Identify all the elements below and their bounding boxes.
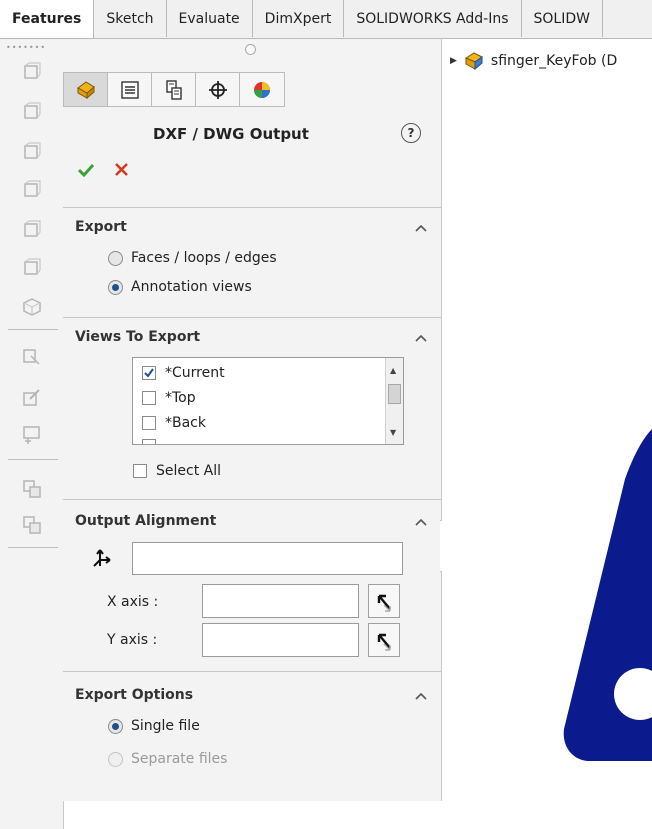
faces-radio[interactable] — [108, 250, 123, 266]
x-axis-reverse-button[interactable] — [368, 584, 400, 618]
views-to-export-title[interactable]: Views To Export — [75, 329, 200, 345]
display-manager-tab[interactable] — [239, 72, 285, 107]
panel-title: DXF / DWG Output — [153, 125, 309, 143]
cancel-x-icon[interactable] — [115, 163, 128, 176]
back-view-icon[interactable] — [22, 101, 42, 121]
feature-manager-icon — [77, 81, 95, 100]
list-item[interactable]: *Back — [142, 415, 206, 431]
tab-sketch[interactable]: Sketch — [94, 0, 167, 37]
export-annotation-option[interactable]: Annotation views — [108, 279, 252, 295]
ok-checkmark-icon[interactable] — [78, 163, 94, 177]
reverse-direction-icon — [377, 594, 391, 612]
single-file-radio[interactable] — [108, 718, 123, 734]
origin-axis-icon — [93, 549, 111, 567]
configuration-manager-tab[interactable] — [151, 72, 197, 107]
toolbar-divider — [8, 459, 58, 460]
collapse-chevron-icon[interactable] — [415, 692, 427, 700]
view-selector-icon[interactable] — [22, 387, 42, 407]
reverse-direction-icon — [377, 633, 391, 651]
section-divider — [63, 499, 441, 500]
view-label: *Current — [165, 365, 225, 381]
tab-solidworks-more[interactable]: SOLIDW — [522, 0, 603, 37]
view-checkbox[interactable] — [142, 416, 156, 430]
normal-to-icon[interactable] — [22, 347, 42, 367]
x-axis-label: X axis : — [107, 594, 159, 610]
scroll-down-icon[interactable]: ▼ — [390, 428, 396, 437]
separate-files-label: Separate files — [131, 751, 228, 767]
single-file-label: Single file — [131, 718, 200, 734]
display-manager-icon — [254, 82, 270, 98]
select-all-checkbox[interactable] — [133, 464, 147, 478]
annotation-views-label: Annotation views — [131, 279, 252, 295]
configuration-manager-icon — [166, 80, 182, 100]
scroll-up-icon[interactable]: ▲ — [390, 366, 396, 375]
front-view-icon[interactable] — [22, 61, 42, 81]
dimxpert-manager-tab[interactable] — [195, 72, 241, 107]
separate-files-option[interactable]: Separate files — [108, 751, 227, 767]
view-checkbox[interactable] — [142, 366, 156, 380]
toolbar-divider — [8, 547, 58, 548]
scroll-thumb[interactable] — [388, 384, 401, 404]
keyfob-model[interactable] — [442, 39, 652, 829]
property-manager-tab[interactable] — [107, 72, 153, 107]
view-label: *Back — [165, 415, 206, 431]
property-manager-panel: DXF / DWG Output ? Export Faces / loops … — [63, 39, 442, 801]
list-item[interactable]: *Current — [142, 365, 225, 381]
single-view-icon[interactable] — [22, 479, 42, 499]
section-divider — [63, 207, 441, 208]
view-label: *Top — [165, 390, 196, 406]
faces-label: Faces / loops / edges — [131, 250, 277, 266]
separate-files-radio[interactable] — [108, 751, 123, 767]
graphics-area[interactable]: ▶ sfinger_KeyFob (D — [442, 39, 652, 829]
view-toolbar: ••••••• — [0, 39, 64, 829]
y-axis-field[interactable] — [202, 623, 359, 657]
section-divider — [63, 317, 441, 318]
top-view-icon[interactable] — [22, 219, 42, 239]
left-view-icon[interactable] — [22, 141, 42, 161]
listbox-scrollbar[interactable]: ▲ ▼ — [385, 358, 403, 444]
tab-features[interactable]: Features — [0, 0, 95, 38]
collapse-chevron-icon[interactable] — [415, 224, 427, 232]
feature-manager-tab[interactable] — [63, 72, 109, 107]
select-all-label: Select All — [156, 463, 221, 479]
select-all-option[interactable]: Select All — [133, 463, 221, 479]
help-icon[interactable]: ? — [401, 123, 421, 143]
new-view-icon[interactable] — [22, 425, 42, 445]
view-checkbox[interactable] — [142, 391, 156, 405]
tab-solidworks-add-ins[interactable]: SOLIDWORKS Add-Ins — [344, 0, 522, 37]
annotation-views-radio[interactable] — [108, 279, 123, 295]
isometric-view-icon[interactable] — [22, 297, 42, 317]
dimxpert-manager-icon — [209, 81, 227, 99]
toolbar-grip[interactable]: ••••••• — [6, 43, 46, 52]
section-divider — [63, 671, 441, 672]
right-view-icon[interactable] — [22, 179, 42, 199]
two-view-icon[interactable] — [22, 515, 42, 535]
view-checkbox[interactable] — [142, 439, 156, 444]
collapse-chevron-icon[interactable] — [415, 334, 427, 342]
toolbar-divider — [8, 329, 58, 330]
checkmark-icon — [144, 368, 154, 378]
bottom-view-icon[interactable] — [22, 257, 42, 277]
list-item[interactable] — [142, 439, 156, 444]
tab-evaluate[interactable]: Evaluate — [167, 0, 253, 37]
list-item[interactable]: *Top — [142, 390, 196, 406]
panel-grip[interactable] — [245, 44, 256, 55]
export-faces-option[interactable]: Faces / loops / edges — [108, 250, 277, 266]
single-file-option[interactable]: Single file — [108, 718, 200, 734]
manager-tabs — [63, 72, 441, 107]
origin-field[interactable] — [132, 542, 403, 575]
x-axis-field[interactable] — [202, 584, 359, 618]
output-alignment-title[interactable]: Output Alignment — [75, 513, 216, 529]
export-section-title[interactable]: Export — [75, 219, 127, 235]
property-manager-icon — [121, 81, 139, 99]
command-manager-tabs: Features Sketch Evaluate DimXpert SOLIDW… — [0, 0, 652, 39]
collapse-chevron-icon[interactable] — [415, 518, 427, 526]
export-options-title[interactable]: Export Options — [75, 687, 193, 703]
tab-dimxpert[interactable]: DimXpert — [253, 0, 345, 37]
y-axis-reverse-button[interactable] — [368, 623, 400, 657]
views-listbox[interactable]: *Current *Top *Back ▲ ▼ — [132, 357, 404, 445]
y-axis-label: Y axis : — [107, 632, 158, 648]
